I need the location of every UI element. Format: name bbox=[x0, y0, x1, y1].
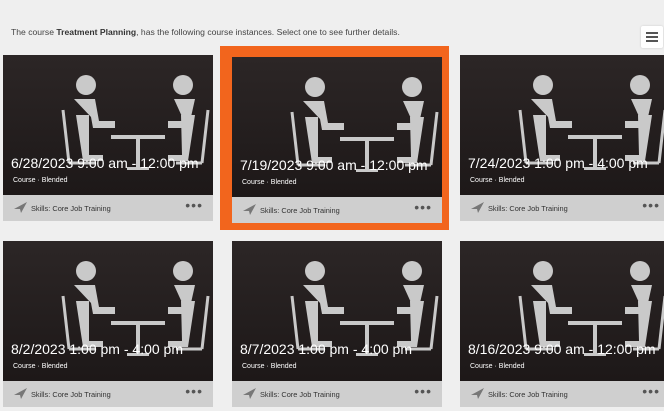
card-title[interactable]: 7/24/2023 1:00 pm - 4:00 pm bbox=[468, 155, 648, 171]
paper-plane-icon bbox=[243, 388, 256, 399]
card-type: Course · Blended bbox=[13, 363, 68, 370]
intro-text: The course Treatment Planning, has the f… bbox=[11, 27, 400, 37]
card-type: Course · Blended bbox=[13, 177, 68, 184]
more-options-icon[interactable]: ••• bbox=[642, 383, 660, 399]
card-footer: Skills: Core Job Training ••• bbox=[3, 381, 213, 407]
card-skills: Skills: Core Job Training bbox=[260, 206, 340, 215]
card-image: 8/2/2023 1:00 pm - 4:00 pm Course · Blen… bbox=[3, 241, 213, 381]
card-footer: Skills: Core Job Training ••• bbox=[3, 195, 213, 221]
card-skills: Skills: Core Job Training bbox=[488, 204, 568, 213]
card-footer: Skills: Core Job Training ••• bbox=[232, 197, 442, 223]
course-name: Treatment Planning bbox=[56, 27, 137, 37]
more-options-icon[interactable]: ••• bbox=[185, 383, 203, 399]
card-skills: Skills: Core Job Training bbox=[31, 390, 111, 399]
card-skills: Skills: Core Job Training bbox=[260, 390, 340, 399]
card-image: 8/16/2023 9:00 am - 12:00 pm Course · Bl… bbox=[460, 241, 664, 381]
paper-plane-icon bbox=[471, 202, 484, 213]
card-footer: Skills: Core Job Training ••• bbox=[460, 381, 664, 407]
course-instance-card[interactable]: 7/24/2023 1:00 pm - 4:00 pm Course · Ble… bbox=[460, 55, 664, 221]
card-title[interactable]: 8/2/2023 1:00 pm - 4:00 pm bbox=[11, 341, 183, 357]
card-image: 7/19/2023 9:00 am - 12:00 pm Course · Bl… bbox=[232, 57, 442, 197]
card-title[interactable]: 8/7/2023 1:00 pm - 4:00 pm bbox=[240, 341, 412, 357]
card-footer: Skills: Core Job Training ••• bbox=[232, 381, 442, 407]
card-type: Course · Blended bbox=[242, 179, 297, 186]
course-instance-card[interactable]: 8/2/2023 1:00 pm - 4:00 pm Course · Blen… bbox=[3, 241, 213, 407]
more-options-icon[interactable]: ••• bbox=[414, 199, 432, 215]
more-options-icon[interactable]: ••• bbox=[642, 197, 660, 213]
card-skills: Skills: Core Job Training bbox=[31, 204, 111, 213]
paper-plane-icon bbox=[14, 388, 27, 399]
card-title[interactable]: 6/28/2023 9:00 am - 12:00 pm bbox=[11, 155, 199, 171]
course-instance-card[interactable]: 6/28/2023 9:00 am - 12:00 pm Course · Bl… bbox=[3, 55, 213, 221]
more-options-icon[interactable]: ••• bbox=[185, 197, 203, 213]
paper-plane-icon bbox=[471, 388, 484, 399]
card-type: Course · Blended bbox=[470, 177, 525, 184]
card-image: 7/24/2023 1:00 pm - 4:00 pm Course · Ble… bbox=[460, 55, 664, 195]
card-title[interactable]: 8/16/2023 9:00 am - 12:00 pm bbox=[468, 341, 656, 357]
course-instance-card[interactable]: 7/19/2023 9:00 am - 12:00 pm Course · Bl… bbox=[232, 57, 442, 223]
paper-plane-icon bbox=[14, 202, 27, 213]
card-image: 6/28/2023 9:00 am - 12:00 pm Course · Bl… bbox=[3, 55, 213, 195]
more-options-icon[interactable]: ••• bbox=[414, 383, 432, 399]
card-image: 8/7/2023 1:00 pm - 4:00 pm Course · Blen… bbox=[232, 241, 442, 381]
card-footer: Skills: Core Job Training ••• bbox=[460, 195, 664, 221]
course-instance-card[interactable]: 8/16/2023 9:00 am - 12:00 pm Course · Bl… bbox=[460, 241, 664, 407]
course-instance-card[interactable]: 8/7/2023 1:00 pm - 4:00 pm Course · Blen… bbox=[232, 241, 442, 407]
card-title[interactable]: 7/19/2023 9:00 am - 12:00 pm bbox=[240, 157, 428, 173]
hamburger-menu-icon[interactable] bbox=[641, 26, 663, 48]
card-type: Course · Blended bbox=[242, 363, 297, 370]
paper-plane-icon bbox=[243, 204, 256, 215]
card-skills: Skills: Core Job Training bbox=[488, 390, 568, 399]
card-type: Course · Blended bbox=[470, 363, 525, 370]
